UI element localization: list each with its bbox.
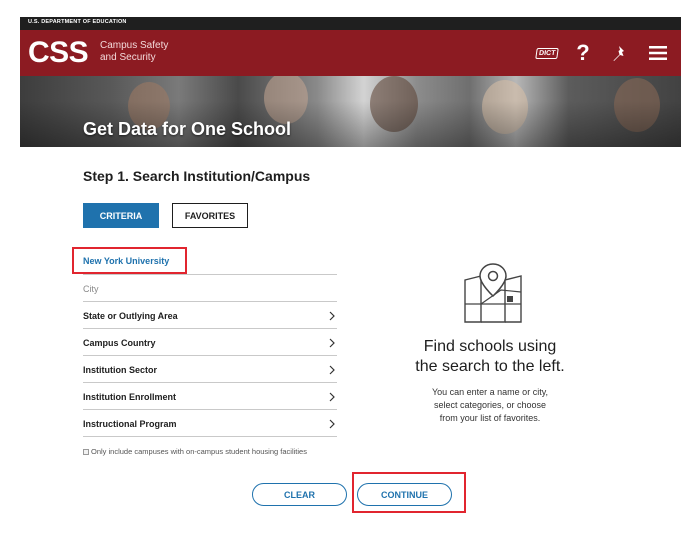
map-pin-icon [464,263,522,323]
gov-bar-text: U.S. DEPARTMENT OF EDUCATION [28,19,127,25]
step-title: Step 1. Search Institution/Campus [83,168,311,184]
city-input[interactable]: City [83,284,99,294]
tab-criteria[interactable]: CRITERIA [83,203,159,228]
pin-icon-svg [613,46,624,61]
logo-subtitle-line2: and Security [100,52,156,63]
filter-institution-sector[interactable]: Institution Sector [83,356,337,383]
chevron-right-icon [327,419,337,429]
menu-icon[interactable] [646,30,670,76]
empty-state-text-line2: select categories, or choose [433,400,547,410]
pin-icon[interactable] [608,30,630,76]
empty-state-text-line1: You can enter a name or city, [431,387,549,397]
chevron-right-icon [327,311,337,321]
help-icon[interactable]: ? [573,30,593,76]
hero-banner: Get Data for One School [20,76,681,147]
housing-checkbox-label: Only include campuses with on-campus stu… [91,447,307,456]
filter-institution-sector-label: Institution Sector [83,364,157,375]
housing-checkbox-row[interactable]: Only include campuses with on-campus stu… [83,447,333,457]
logo-subtitle: Campus Safety and Security [100,40,168,64]
continue-highlight-box [352,472,466,513]
chevron-right-icon [327,338,337,348]
gov-bar: U.S. DEPARTMENT OF EDUCATION [20,17,681,30]
menu-icon-svg [649,46,667,60]
filter-state[interactable]: State or Outlying Area [83,302,337,329]
divider [83,436,337,437]
site-header: CSS Campus Safety and Security DICT ? [20,30,681,76]
empty-state-title-line2: the search to the left. [415,358,565,375]
chevron-right-icon [327,365,337,375]
dictionary-label: DICT [535,47,559,59]
filter-campus-country-label: Campus Country [83,337,156,348]
filter-institution-enrollment[interactable]: Institution Enrollment [83,383,337,410]
clear-button[interactable]: CLEAR [252,483,347,506]
tab-favorites[interactable]: FAVORITES [172,203,248,228]
logo-subtitle-line1: Campus Safety [100,40,169,51]
chevron-right-icon [327,392,337,402]
filter-institution-enrollment-label: Institution Enrollment [83,391,176,402]
filter-instructional-program-label: Instructional Program [83,418,177,429]
housing-checkbox[interactable] [83,448,89,455]
filter-state-label: State or Outlying Area [83,310,178,321]
empty-state-title-line1: Find schools using [423,338,557,355]
filter-instructional-program[interactable]: Instructional Program [83,410,337,437]
empty-state-title: Find schools using the search to the lef… [390,337,590,377]
divider [83,274,337,275]
css-logo[interactable]: CSS [28,35,89,71]
empty-state-text: You can enter a name or city, select cat… [400,386,580,425]
empty-state-text-line3: from your list of favorites. [439,413,541,423]
search-highlight-box [72,247,187,274]
filter-campus-country[interactable]: Campus Country [83,329,337,356]
dictionary-icon[interactable]: DICT [532,30,562,76]
page-title: Get Data for One School [83,119,292,139]
